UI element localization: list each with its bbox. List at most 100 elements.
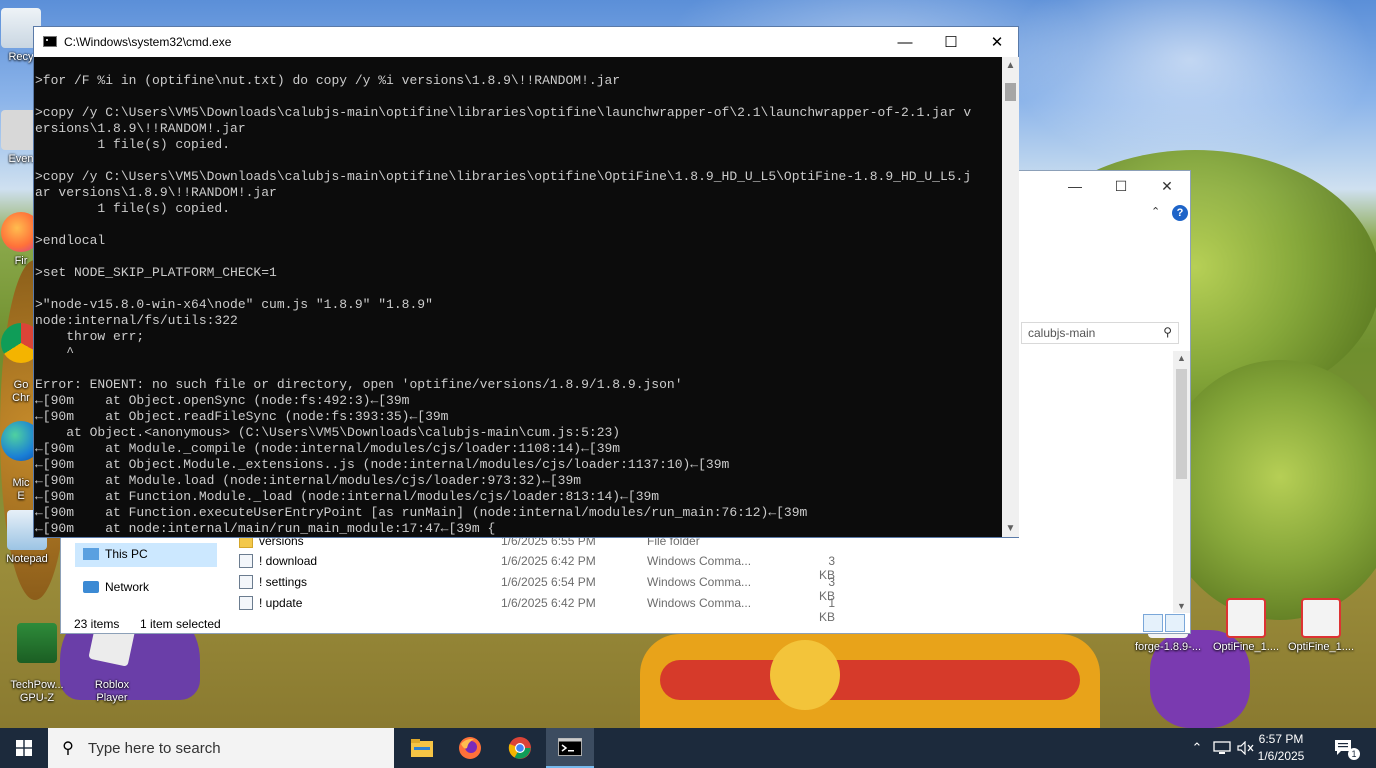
file-date: 1/6/2025 6:42 PM [501,554,596,568]
status-selection: 1 item selected [140,617,221,631]
console-line: ←[90m at Object.readFileSync (node:fs:39… [35,409,449,424]
batch-file-icon [239,575,253,589]
desktop-icon-label: forge-1.8.9-... [1134,641,1202,653]
nav-item-label: This PC [105,547,148,561]
show-hidden-icons-button[interactable]: ⌃ [1186,728,1208,768]
console-line: Error: ENOENT: no such file or directory… [35,377,683,392]
search-placeholder: Type here to search [88,739,221,757]
clock-time: 6:57 PM [1258,732,1304,746]
help-icon[interactable]: ? [1172,205,1188,221]
taskbar-app-cmd[interactable] [546,728,594,768]
search-placeholder: calubjs-main [1028,326,1096,340]
network-icon [1213,741,1231,754]
chevron-up-icon: ⌃ [1191,740,1203,755]
file-explorer-icon [411,739,433,757]
taskbar-app-chrome[interactable] [496,728,544,768]
desktop-icon-label: Go Chr [12,379,30,404]
nav-item-network[interactable]: Network [83,580,149,594]
file-list-scrollbar[interactable]: ▲ ▼ [1173,351,1190,613]
notification-badge: 1 [1348,748,1360,760]
cmd-app-icon [43,36,57,47]
file-type: Windows Comma... [647,575,752,589]
wallpaper-gear [770,640,840,710]
scroll-down-icon[interactable]: ▼ [1173,601,1190,611]
desktop-icon-label: Fir [14,255,28,267]
taskbar: ⚲ Type here to search ⌃ 6:57 PM 1/6/2025… [0,728,1376,768]
desktop-icon-label: TechPow... GPU-Z [10,679,64,704]
desktop-icon-optifine-1[interactable]: OptiFine_1.... [1209,598,1283,654]
taskbar-app-firefox[interactable] [446,728,494,768]
console-line: at Object.<anonymous> (C:\Users\VM5\Down… [35,425,621,440]
gpuz-icon [17,623,57,663]
cmd-icon [558,738,582,756]
file-date: 1/6/2025 6:42 PM [501,596,596,610]
file-date: 1/6/2025 6:54 PM [501,575,596,589]
ribbon-collapse-icon[interactable]: ⌃ [1151,205,1160,218]
view-toggle [1143,614,1185,632]
console-line: ←[90m at node:internal/main/run_main_mod… [35,521,496,536]
file-row[interactable]: ! download 1/6/2025 6:42 PM Windows Comm… [239,551,839,582]
firefox-icon [459,737,481,759]
large-icons-view-button[interactable] [1165,614,1185,632]
nav-item-this-pc[interactable]: This PC [83,547,148,561]
console-line: ^ [35,345,75,360]
console-line: ←[90m at Function.executeUserEntryPoint … [35,505,808,520]
file-size: 1 KB [818,596,835,624]
scroll-down-icon[interactable]: ▼ [1002,523,1019,534]
desktop-icon-label: OptiFine_1.... [1287,641,1355,653]
console-line: ←[90m at Function.Module._load (node:int… [35,489,660,504]
batch-file-icon [239,554,253,568]
volume-muted-icon [1237,741,1254,755]
console-line: >"node-v15.8.0-win-x64\node" cum.js "1.8… [35,297,433,312]
title-bar[interactable]: C:\Windows\system32\cmd.exe — ☐ ✕ [34,27,1018,57]
java-file-icon [1301,598,1341,638]
scroll-up-icon[interactable]: ▲ [1002,60,1019,71]
volume-button[interactable] [1234,728,1258,768]
file-type: Windows Comma... [647,554,752,568]
nav-item-label: Network [105,580,150,594]
console-line: ←[90m at Object.Module._extensions..js (… [35,457,730,472]
scrollbar-thumb[interactable] [1176,369,1187,479]
close-button[interactable]: ✕ [974,27,1020,57]
window-controls: — ☐ ✕ [1052,171,1190,201]
computer-icon [83,548,99,560]
cmd-window[interactable]: C:\Windows\system32\cmd.exe — ☐ ✕ >for /… [33,26,1019,538]
network-status-button[interactable] [1210,728,1234,768]
network-icon [83,581,99,593]
desktop-icon-label: Mic E [12,477,30,502]
scroll-up-icon[interactable]: ▲ [1173,353,1190,363]
console-scrollbar[interactable]: ▲ ▼ [1002,57,1019,537]
desktop-icon-optifine-2[interactable]: OptiFine_1.... [1284,598,1358,654]
minimize-button[interactable]: — [882,27,928,57]
console-line: ←[90m at Object.openSync (node:fs:492:3)… [35,393,410,408]
minimize-button[interactable]: — [1052,171,1098,201]
console-line: >endlocal [35,233,106,248]
file-row[interactable]: ! settings 1/6/2025 6:54 PM Windows Comm… [239,572,839,603]
taskbar-clock[interactable]: 6:57 PM 1/6/2025 [1256,731,1306,765]
details-view-button[interactable] [1143,614,1163,632]
maximize-button[interactable]: ☐ [1098,171,1144,201]
file-name: ! settings [259,575,308,589]
action-center-button[interactable]: 1 [1326,728,1362,768]
close-button[interactable]: ✕ [1144,171,1190,201]
console-line: ←[90m at Module._compile (node:internal/… [35,441,621,456]
clock-date: 1/6/2025 [1257,749,1305,763]
console-line: >for /F %i in (optifine\nut.txt) do copy… [35,73,621,88]
taskbar-app-file-explorer[interactable] [398,728,446,768]
search-input[interactable]: calubjs-main ⚲ [1021,322,1179,344]
desktop-icon-label: OptiFine_1.... [1212,641,1280,653]
file-row[interactable]: ! update 1/6/2025 6:42 PM Windows Comma.… [239,593,839,624]
console-line: >copy /y C:\Users\VM5\Downloads\calubjs-… [35,105,972,120]
console-output[interactable]: >for /F %i in (optifine\nut.txt) do copy… [35,73,1001,537]
taskbar-search-box[interactable]: ⚲ Type here to search [48,728,394,768]
search-icon: ⚲ [62,740,74,757]
maximize-button[interactable]: ☐ [928,27,974,57]
console-line: 1 file(s) copied. [35,137,231,152]
scrollbar-thumb[interactable] [1005,83,1016,101]
start-button[interactable] [0,728,48,768]
